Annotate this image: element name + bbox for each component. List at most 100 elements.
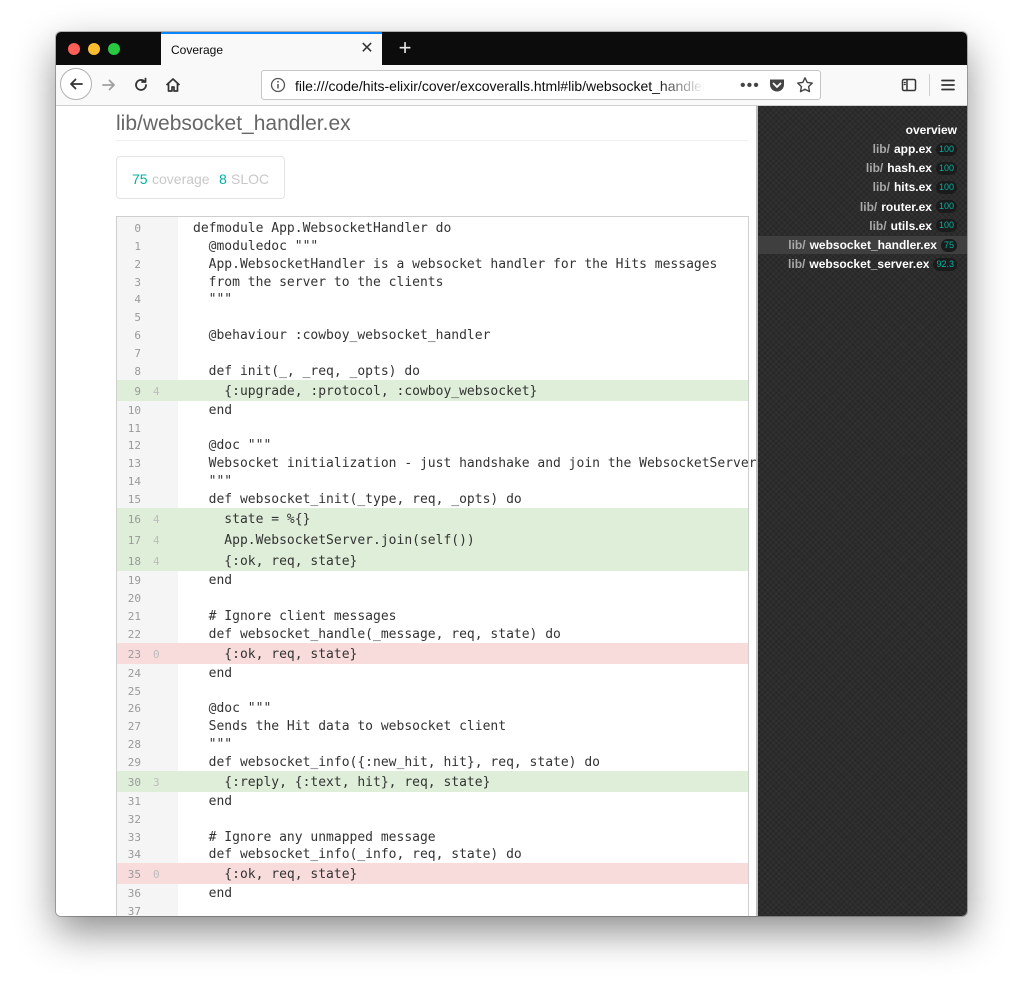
line-number: 15 xyxy=(127,493,141,506)
sloc-value: 8 xyxy=(219,171,227,187)
code-line: 13 Websocket initialization - just hands… xyxy=(117,454,756,472)
sidebar-item-file[interactable]: lib/app.ex 100 xyxy=(873,140,957,158)
code-line: 5 xyxy=(117,308,748,326)
source-code: Sends the Hit data to websocket client xyxy=(193,719,507,735)
line-number: 2 xyxy=(134,257,141,271)
toolbar-divider xyxy=(929,74,930,96)
hit-count: 4 xyxy=(153,533,160,547)
code-line: 11 xyxy=(117,419,748,437)
source-code: @doc """ xyxy=(193,438,272,454)
file-dir-label: lib/ xyxy=(865,161,884,176)
file-dir-label: lib/ xyxy=(872,180,890,195)
source-code: def websocket_info(_info, req, state) do xyxy=(193,847,522,863)
coverage-label: coverage xyxy=(152,171,210,187)
source-code: App.WebsocketServer.join(self()) xyxy=(193,532,475,548)
line-number: 0 xyxy=(134,222,141,235)
window-maximize-button[interactable] xyxy=(108,43,120,55)
pocket-icon[interactable] xyxy=(768,77,786,99)
file-name-label: utils.ex xyxy=(890,218,932,233)
sidebar-toggle-button[interactable] xyxy=(894,70,924,100)
line-number: 18 xyxy=(127,555,141,569)
hit-count: 4 xyxy=(153,555,160,569)
code-line: 7 xyxy=(117,344,748,362)
sidebar-item-file[interactable]: lib/hits.ex 100 xyxy=(873,178,957,196)
source-code: {:ok, req, state} xyxy=(193,554,358,570)
source-code: def websocket_info({:new_hit, hit}, req,… xyxy=(193,754,600,770)
line-number: 23 xyxy=(127,647,141,661)
line-number: 4 xyxy=(134,293,141,307)
code-line: 36 end xyxy=(117,884,748,902)
source-code: from the server to the clients xyxy=(193,274,444,290)
menu-button[interactable] xyxy=(933,70,963,100)
line-number: 24 xyxy=(127,666,141,680)
source-code: @moduledoc """ xyxy=(193,238,319,254)
page-content: lib/websocket_handler.ex 75 coverage 8 S… xyxy=(56,106,967,916)
home-button[interactable] xyxy=(158,70,188,100)
code-line: 10 end xyxy=(117,401,748,419)
code-line: 35 0 {:ok, req, state} xyxy=(117,863,748,885)
line-number: 3 xyxy=(134,275,141,289)
line-number: 37 xyxy=(127,905,141,916)
line-number: 11 xyxy=(127,421,141,435)
hit-count: 4 xyxy=(153,384,160,398)
source-code: Websocket initialization - just handshak… xyxy=(193,456,756,472)
line-number: 20 xyxy=(127,592,141,605)
code-line: 23 0 {:ok, req, state} xyxy=(117,642,748,664)
line-number: 27 xyxy=(127,720,141,734)
tab-coverage[interactable]: Coverage ✕ xyxy=(161,32,382,65)
sidebar-item-file[interactable]: lib/hash.ex 100 xyxy=(866,159,957,177)
file-dir-label: lib/ xyxy=(872,142,890,156)
hit-count: 3 xyxy=(153,775,160,789)
sidebar-overview-link[interactable]: overview xyxy=(906,121,957,139)
source-code: {:ok, req, state} xyxy=(193,646,358,662)
sidebar-item-file[interactable]: lib/websocket_server.ex 92.3 xyxy=(788,255,957,273)
source-code: {:ok, req, state} xyxy=(193,867,358,883)
line-number: 31 xyxy=(127,794,141,808)
bookmark-star-icon[interactable] xyxy=(796,76,814,99)
url-text[interactable]: file:///code/hits-elixir/cover/excoveral… xyxy=(295,78,705,94)
hamburger-menu-icon xyxy=(941,79,955,91)
source-code: """ xyxy=(193,474,233,490)
line-number: 19 xyxy=(127,574,141,588)
code-line: 16 4 state = %{} xyxy=(117,507,748,529)
code-line: 25 xyxy=(117,682,748,700)
new-tab-button[interactable]: + xyxy=(392,35,418,61)
back-button[interactable] xyxy=(60,68,92,100)
file-name-label: websocket_server.ex xyxy=(809,257,930,272)
url-bar[interactable]: file:///code/hits-elixir/cover/excoveral… xyxy=(261,70,821,100)
reload-button[interactable] xyxy=(126,70,156,100)
window-close-button[interactable] xyxy=(68,43,80,55)
line-number: 14 xyxy=(127,475,141,489)
line-number: 30 xyxy=(127,775,141,789)
file-dir-label: lib/ xyxy=(869,218,887,233)
window-minimize-button[interactable] xyxy=(88,43,100,55)
tab-close-icon[interactable]: ✕ xyxy=(358,40,376,58)
code-line: 27 Sends the Hit data to websocket clien… xyxy=(117,717,748,735)
code-line: 29 def websocket_info({:new_hit, hit}, r… xyxy=(117,753,748,771)
coverage-badge: 100 xyxy=(935,180,957,194)
line-number: 8 xyxy=(134,364,141,378)
line-number: 7 xyxy=(134,346,141,360)
source-code: defmodule App.WebsocketHandler do xyxy=(193,221,452,236)
info-icon[interactable] xyxy=(270,77,286,98)
title-divider xyxy=(116,140,748,141)
overview-label: overview xyxy=(905,123,957,137)
sidebar-item-file[interactable]: lib/router.ex 100 xyxy=(860,198,957,216)
sidebar-item-file[interactable]: lib/utils.ex 100 xyxy=(869,217,957,235)
code-line: 22 def websocket_handle(_message, req, s… xyxy=(117,625,748,643)
arrow-right-icon xyxy=(102,79,115,91)
code-line: 30 3 {:reply, {:text, hit}, req, state} xyxy=(117,770,748,792)
code-line: 15 def websocket_init(_type, req, _opts)… xyxy=(117,490,748,508)
line-number: 33 xyxy=(127,830,141,844)
code-line: 19 end xyxy=(117,571,748,589)
page-actions-menu-icon[interactable]: ••• xyxy=(740,77,760,95)
sloc-label: SLOC xyxy=(231,171,270,187)
source-code: end xyxy=(193,886,233,902)
coverage-badge: 100 xyxy=(935,161,957,175)
source-code: end xyxy=(193,793,233,809)
source-code: # Ignore any unmapped message xyxy=(193,829,436,845)
tab-bar: Coverage ✕ + xyxy=(56,32,967,65)
forward-button[interactable] xyxy=(94,70,124,100)
source-code: end xyxy=(193,573,233,589)
sidebar-item-file[interactable]: lib/websocket_handler.ex 75 xyxy=(758,236,967,254)
